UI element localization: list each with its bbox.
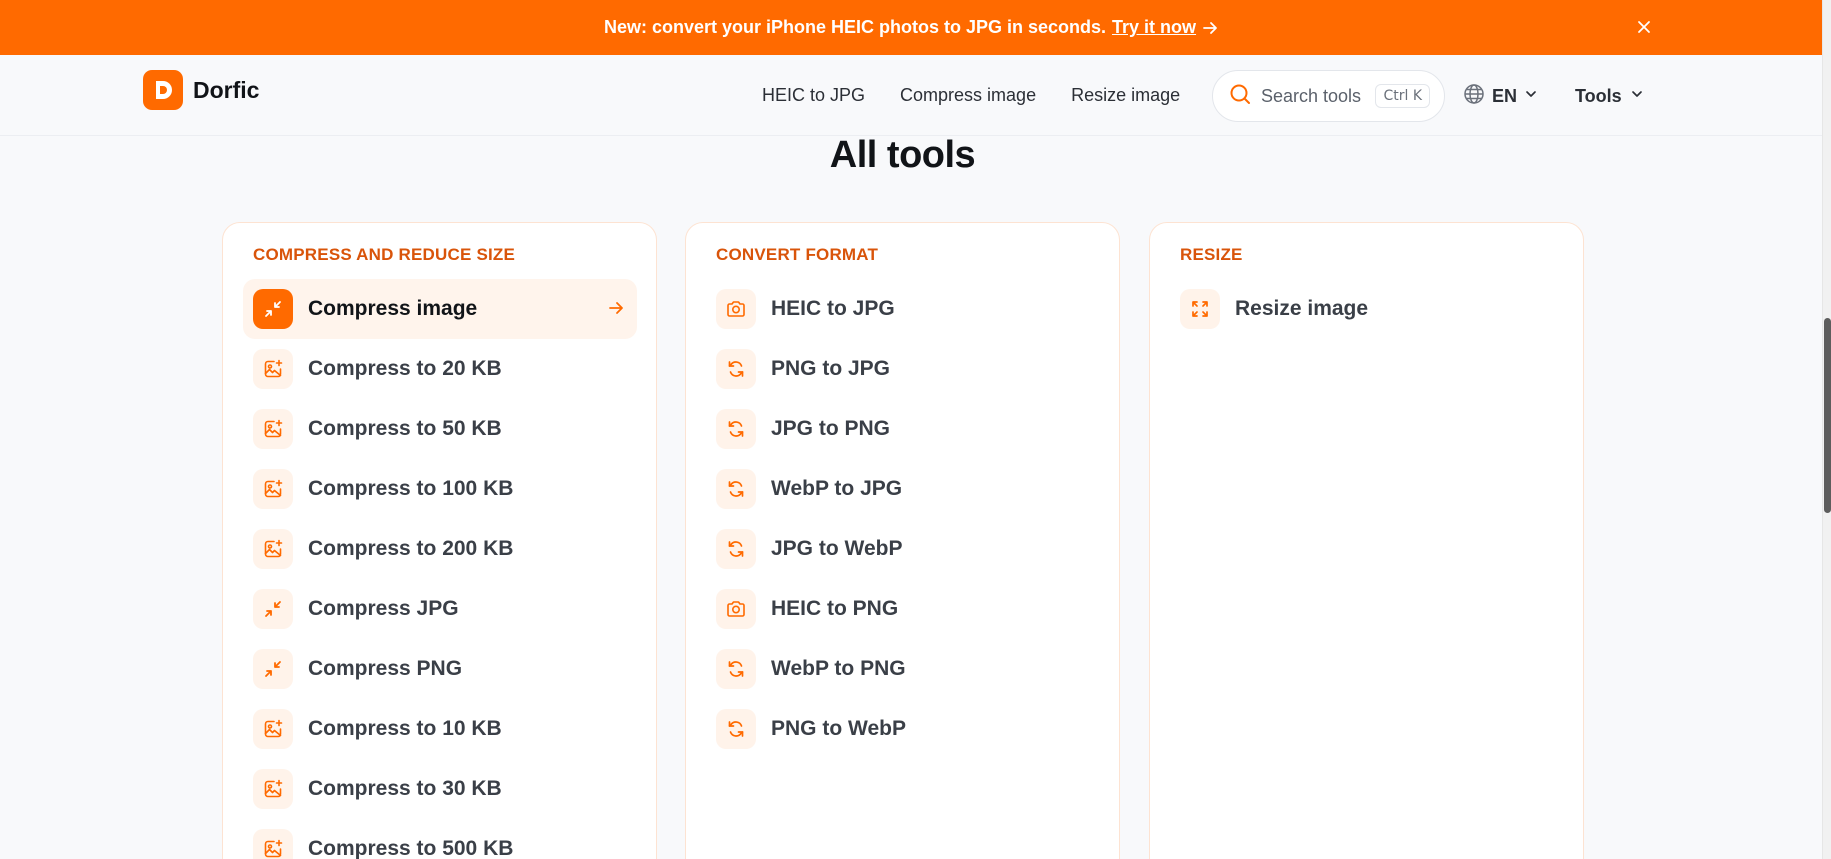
tool-item-resize-image[interactable]: Resize image <box>1170 279 1564 339</box>
tool-label: Compress to 20 KB <box>308 357 502 380</box>
card-heading: COMPRESS AND REDUCE SIZE <box>253 245 516 264</box>
tool-label: PNG to WebP <box>771 717 906 740</box>
globe-icon <box>1463 83 1485 110</box>
search-icon <box>1229 83 1251 110</box>
tool-label: Compress JPG <box>308 597 459 620</box>
tool-label: Compress to 10 KB <box>308 717 502 740</box>
search-tools-button[interactable]: Search tools Ctrl K <box>1212 70 1445 122</box>
arrow-right-icon[interactable] <box>1202 20 1218 36</box>
tool-card-compress: COMPRESS AND REDUCE SIZE Compress image C… <box>222 222 657 859</box>
refresh-icon <box>716 349 756 389</box>
tool-list: Compress image Compress to 20 KB Compress … <box>243 279 637 859</box>
page-title: All tools <box>829 134 976 176</box>
language-selector[interactable]: EN <box>1463 80 1538 112</box>
arrow-right-icon <box>607 299 627 319</box>
image-sparkle-icon <box>253 769 293 809</box>
site-header: Dorfic HEIC to JPG Compress image Resize… <box>0 55 1822 136</box>
tool-card-resize: RESIZE Resize image <box>1149 222 1584 859</box>
tool-label: Compress to 500 KB <box>308 837 514 859</box>
tool-item-jpg-to-png[interactable]: JPG to PNG <box>706 399 1100 459</box>
tool-label: Compress to 50 KB <box>308 417 502 440</box>
tool-item-png-to-webp[interactable]: PNG to WebP <box>706 699 1100 759</box>
card-heading: CONVERT FORMAT <box>716 245 879 264</box>
tool-item-compress-to-30-kb[interactable]: Compress to 30 KB <box>243 759 637 819</box>
tool-item-compress-to-200-kb[interactable]: Compress to 200 KB <box>243 519 637 579</box>
chevron-down-icon <box>1524 87 1538 106</box>
nav-resize-image[interactable]: Resize image <box>1071 85 1180 106</box>
logo-text: Dorfic <box>193 76 260 103</box>
tools-label: Tools <box>1575 85 1622 106</box>
tool-item-compress-to-500-kb[interactable]: Compress to 500 KB <box>243 819 637 859</box>
logo[interactable]: Dorfic <box>143 70 259 110</box>
banner-try-link[interactable]: Try it now <box>1112 17 1196 38</box>
compress-icon <box>253 589 293 629</box>
refresh-icon <box>716 409 756 449</box>
image-sparkle-icon <box>253 409 293 449</box>
tool-list: HEIC to JPG PNG to JPG JPG to PNG WebP to J… <box>706 279 1100 759</box>
image-sparkle-icon <box>253 529 293 569</box>
expand-icon <box>1180 289 1220 329</box>
tool-item-compress-png[interactable]: Compress PNG <box>243 639 637 699</box>
tool-label: Compress to 100 KB <box>308 477 514 500</box>
tool-label: HEIC to PNG <box>771 597 899 620</box>
tool-item-compress-to-50-kb[interactable]: Compress to 50 KB <box>243 399 637 459</box>
main-nav: HEIC to JPG Compress image Resize image <box>762 55 1180 136</box>
scrollbar-thumb[interactable] <box>1824 318 1831 513</box>
tool-item-compress-to-100-kb[interactable]: Compress to 100 KB <box>243 459 637 519</box>
banner-text: New: convert your iPhone HEIC photos to … <box>603 17 1107 37</box>
card-heading: RESIZE <box>1180 245 1243 264</box>
tool-item-jpg-to-webp[interactable]: JPG to WebP <box>706 519 1100 579</box>
nav-heic-to-jpg[interactable]: HEIC to JPG <box>762 85 865 106</box>
tool-label: Compress to 200 KB <box>308 537 514 560</box>
tool-label: WebP to PNG <box>771 657 906 680</box>
tool-label: JPG to PNG <box>771 417 891 440</box>
tool-label: JPG to WebP <box>771 537 903 560</box>
tool-item-compress-image[interactable]: Compress image <box>243 279 637 339</box>
image-sparkle-icon <box>253 829 293 859</box>
tool-item-compress-to-20-kb[interactable]: Compress to 20 KB <box>243 339 637 399</box>
compress-icon <box>253 289 293 329</box>
logo-mark-icon <box>143 70 183 110</box>
nav-compress-image[interactable]: Compress image <box>900 85 1036 106</box>
tool-item-png-to-jpg[interactable]: PNG to JPG <box>706 339 1100 399</box>
image-sparkle-icon <box>253 349 293 389</box>
refresh-icon <box>716 529 756 569</box>
tool-label: HEIC to JPG <box>771 297 895 320</box>
search-label: Search tools <box>1261 85 1362 106</box>
refresh-icon <box>716 709 756 749</box>
compress-icon <box>253 649 293 689</box>
close-icon[interactable] <box>1634 17 1654 37</box>
tool-label: WebP to JPG <box>771 477 903 500</box>
camera-icon <box>716 589 756 629</box>
refresh-icon <box>716 469 756 509</box>
page-scrollbar[interactable] <box>1822 0 1831 859</box>
tool-card-convert: CONVERT FORMAT HEIC to JPG PNG to JPG JPG … <box>685 222 1120 859</box>
tool-list: Resize image <box>1170 279 1564 339</box>
tool-item-compress-to-10-kb[interactable]: Compress to 10 KB <box>243 699 637 759</box>
tool-label: Compress PNG <box>308 657 463 680</box>
tool-label: Compress to 30 KB <box>308 777 502 800</box>
tool-label: Compress image <box>308 297 478 320</box>
announcement-banner: New: convert your iPhone HEIC photos to … <box>0 0 1822 55</box>
tool-item-webp-to-jpg[interactable]: WebP to JPG <box>706 459 1100 519</box>
tool-item-webp-to-png[interactable]: WebP to PNG <box>706 639 1100 699</box>
tool-label: Resize image <box>1235 297 1369 320</box>
tools-menu-button[interactable]: Tools <box>1575 80 1644 112</box>
refresh-icon <box>716 649 756 689</box>
chevron-down-icon <box>1630 87 1644 106</box>
image-sparkle-icon <box>253 709 293 749</box>
tool-item-compress-jpg[interactable]: Compress JPG <box>243 579 637 639</box>
image-sparkle-icon <box>253 469 293 509</box>
tool-item-heic-to-jpg[interactable]: HEIC to JPG <box>706 279 1100 339</box>
tool-label: PNG to JPG <box>771 357 891 380</box>
language-label: EN <box>1492 85 1518 106</box>
search-shortcut-badge: Ctrl K <box>1375 84 1430 108</box>
camera-icon <box>716 289 756 329</box>
tool-item-heic-to-png[interactable]: HEIC to PNG <box>706 579 1100 639</box>
